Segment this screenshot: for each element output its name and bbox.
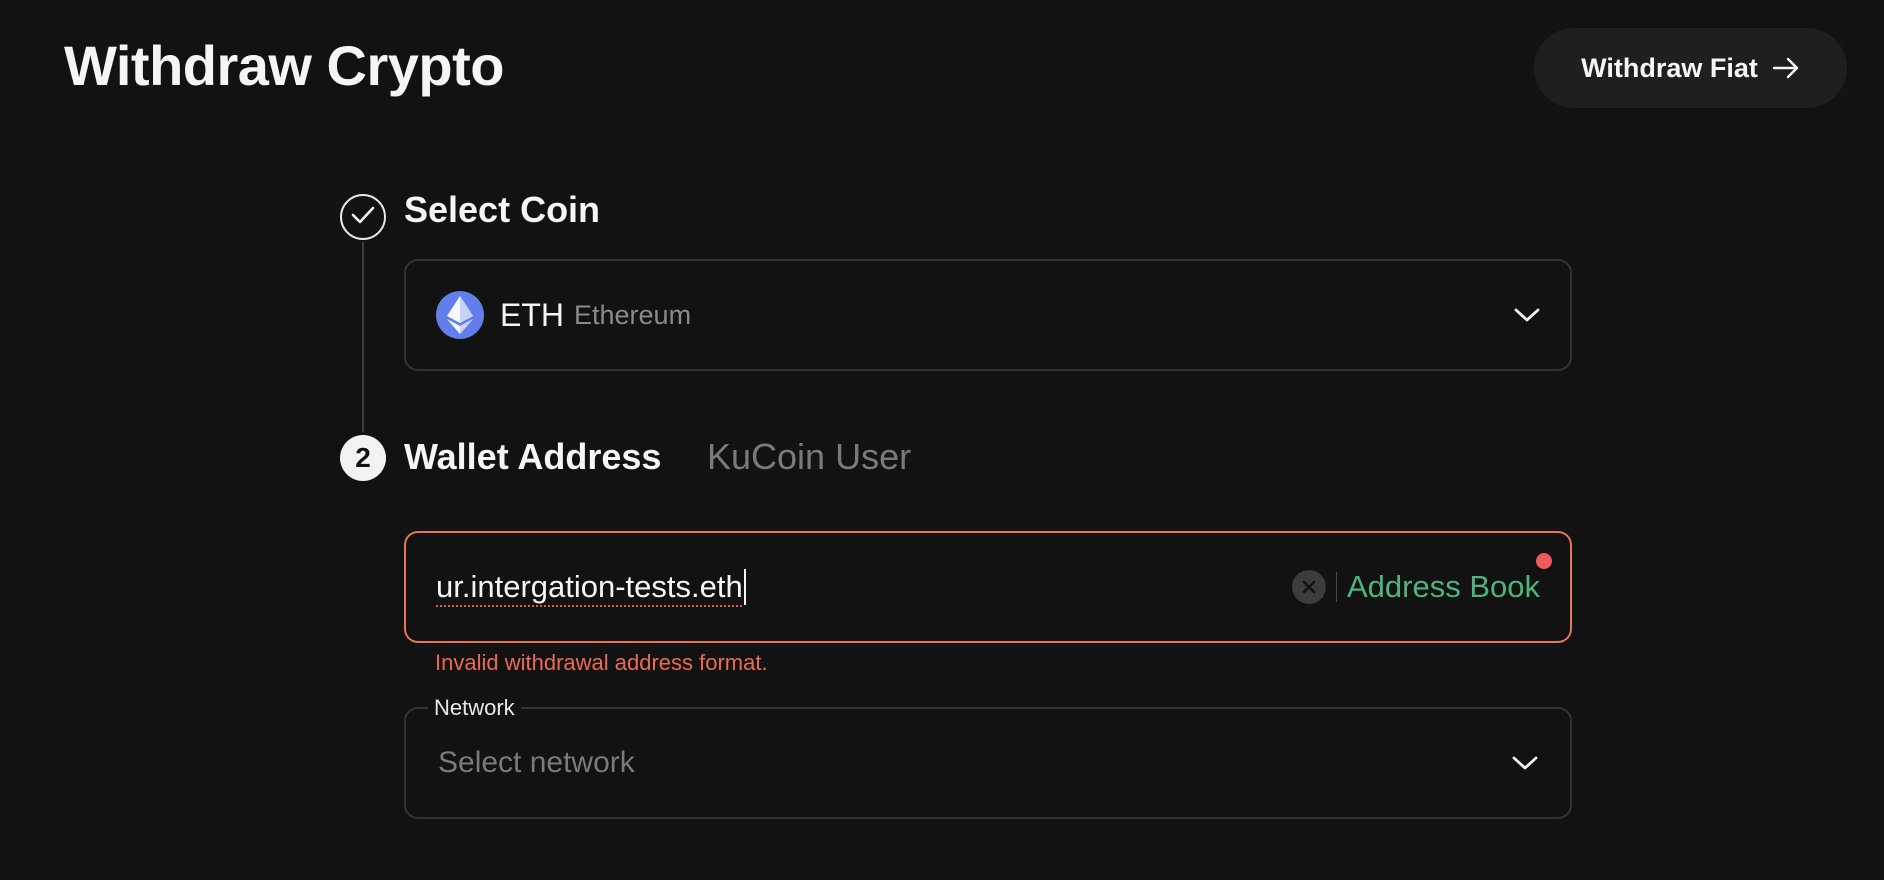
withdraw-fiat-label: Withdraw Fiat [1581, 52, 1758, 83]
wallet-address-value[interactable]: ur.intergation-tests.eth [436, 569, 743, 605]
page-title: Withdraw Crypto [64, 34, 504, 97]
address-error-message: Invalid withdrawal address format. [435, 650, 768, 675]
wallet-address-input[interactable]: ur.intergation-tests.eth Address Book [404, 531, 1572, 643]
chevron-down-icon [1514, 307, 1540, 323]
step-completed-check [340, 194, 386, 240]
network-label: Network [428, 694, 521, 722]
step-number-badge: 2 [340, 435, 386, 481]
stepper-connector [362, 242, 364, 432]
withdraw-crypto-page: Withdraw Crypto Withdraw Fiat Select Coi… [0, 0, 1884, 880]
coin-symbol: ETH [500, 296, 564, 333]
chevron-down-icon [1512, 755, 1538, 771]
withdraw-fiat-button[interactable]: Withdraw Fiat [1534, 28, 1847, 108]
clear-icon[interactable] [1292, 570, 1326, 604]
address-book-link[interactable]: Address Book [1347, 569, 1540, 605]
tab-kucoin-user[interactable]: KuCoin User [707, 435, 911, 479]
arrow-right-icon [1772, 56, 1800, 80]
coin-select-dropdown[interactable]: ETH Ethereum [404, 259, 1572, 371]
notification-dot [1536, 553, 1552, 569]
coin-name: Ethereum [574, 299, 692, 330]
network-placeholder: Select network [438, 746, 635, 779]
tab-wallet-address[interactable]: Wallet Address [404, 435, 661, 479]
step-title-select-coin: Select Coin [404, 189, 601, 230]
ethereum-logo-icon [436, 291, 484, 339]
checkmark-icon [350, 204, 376, 231]
input-divider [1336, 572, 1337, 602]
text-caret [743, 569, 746, 605]
network-select-dropdown[interactable]: Select network [404, 707, 1572, 819]
